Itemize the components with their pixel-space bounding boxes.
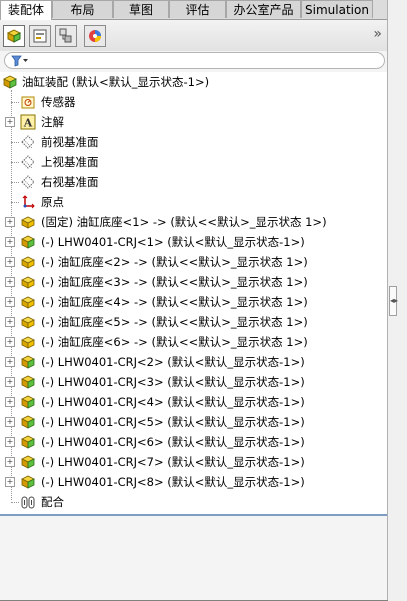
- expand-plus-icon[interactable]: +: [5, 297, 15, 307]
- tab-layout[interactable]: 布局: [52, 0, 113, 18]
- expand-plus-icon[interactable]: +: [5, 397, 15, 407]
- tree-item-label: (-) LHW0401-CRJ<5> (默认<默认_显示状态-1>): [41, 415, 305, 429]
- expand-plus-icon[interactable]: +: [5, 417, 15, 427]
- expand-plus-icon[interactable]: +: [5, 257, 15, 267]
- tree-item-label: (-) LHW0401-CRJ<1> (默认<默认_显示状态-1>): [41, 235, 305, 249]
- subassembly-icon: [20, 234, 36, 250]
- subassembly-icon: [20, 394, 36, 410]
- expand-plus-icon[interactable]: +: [5, 217, 15, 227]
- tree-connector: [11, 202, 19, 203]
- origin-icon: [20, 194, 36, 210]
- part-icon: [20, 254, 36, 270]
- property-icon: [33, 29, 47, 43]
- tab-office-products[interactable]: 办公室产品: [226, 0, 301, 18]
- plane-icon: [20, 174, 36, 190]
- tree-item-label: (-) 油缸底座<3> -> (默认<<默认>_显示状态 1>): [41, 275, 308, 289]
- tree-item-label: (-) LHW0401-CRJ<4> (默认<默认_显示状态-1>): [41, 395, 305, 409]
- collapse-panel-handle[interactable]: ◂▸: [389, 286, 398, 316]
- tree-connector: [11, 502, 19, 503]
- part-icon: [20, 314, 36, 330]
- plane-icon: [20, 154, 36, 170]
- subassembly-icon: [20, 434, 36, 450]
- feature-manager-button[interactable]: [3, 25, 25, 47]
- tree-connector: [11, 142, 19, 143]
- tree-item-label: (-) LHW0401-CRJ<7> (默认<默认_显示状态-1>): [41, 455, 305, 469]
- tree-item-label: (-) 油缸底座<2> -> (默认<<默认>_显示状态 1>): [41, 255, 308, 269]
- part-icon: [20, 214, 36, 230]
- manager-toolbar: »: [0, 20, 388, 51]
- tree-item-label: (-) 油缸底座<6> -> (默认<<默认>_显示状态 1>): [41, 335, 308, 349]
- tree-item-label: 传感器: [41, 95, 76, 109]
- expand-plus-icon[interactable]: +: [5, 477, 15, 487]
- tree-filter-input[interactable]: [4, 52, 385, 69]
- tab-sketch[interactable]: 草图: [113, 0, 169, 18]
- tree-item-label: (-) LHW0401-CRJ<2> (默认<默认_显示状态-1>): [41, 355, 305, 369]
- tab-assembly[interactable]: 装配体: [0, 0, 52, 20]
- tab-simulation[interactable]: Simulation: [301, 0, 373, 18]
- configuration-icon: [59, 28, 72, 43]
- feature-manager-tree: 油缸装配 (默认<默认_显示状态-1>) 传感器 + A 注解前视基准面上视基准面右视…: [0, 72, 387, 516]
- expand-plus-icon[interactable]: +: [5, 377, 15, 387]
- tree-item-label: 原点: [41, 195, 64, 209]
- annotation-icon: A: [20, 114, 36, 130]
- more-chevron-icon[interactable]: »: [373, 26, 382, 42]
- tree-item-label: (-) 油缸底座<4> -> (默认<<默认>_显示状态 1>): [41, 295, 308, 309]
- property-manager-button[interactable]: [29, 25, 51, 47]
- feature-tree-icon: [6, 29, 22, 43]
- part-icon: [20, 334, 36, 350]
- expand-plus-icon[interactable]: +: [5, 317, 15, 327]
- display-manager-button[interactable]: [84, 25, 106, 47]
- display-icon: [89, 30, 101, 42]
- plane-icon: [20, 134, 36, 150]
- tree-item-label: 上视基准面: [41, 155, 99, 169]
- expand-plus-icon[interactable]: +: [5, 237, 15, 247]
- subassembly-icon: [20, 454, 36, 470]
- tree-item-label: (-) LHW0401-CRJ<6> (默认<默认_显示状态-1>): [41, 435, 305, 449]
- part-icon: [20, 274, 36, 290]
- assembly-icon: [2, 74, 18, 90]
- expand-plus-icon[interactable]: +: [5, 337, 15, 347]
- tree-item-label: 注解: [41, 115, 64, 129]
- subassembly-icon: [20, 374, 36, 390]
- expand-plus-icon[interactable]: +: [5, 357, 15, 367]
- tree-item-label: 右视基准面: [41, 175, 99, 189]
- mate-icon: [20, 494, 36, 510]
- tree-item-label: (-) 油缸底座<5> -> (默认<<默认>_显示状态 1>): [41, 315, 308, 329]
- filter-icon[interactable]: [11, 55, 29, 67]
- expand-plus-icon[interactable]: +: [5, 277, 15, 287]
- tree-item-label: (-) LHW0401-CRJ<3> (默认<默认_显示状态-1>): [41, 375, 305, 389]
- svg-text:A: A: [23, 117, 33, 130]
- expand-plus-icon[interactable]: +: [5, 437, 15, 447]
- tree-item-label: 前视基准面: [41, 135, 99, 149]
- tab-evaluate[interactable]: 评估: [169, 0, 226, 18]
- tree-root-label: 油缸装配 (默认<默认_显示状态-1>): [22, 75, 210, 89]
- subassembly-icon: [20, 474, 36, 490]
- tree-item-label: 配合: [41, 495, 64, 509]
- expand-plus-icon[interactable]: +: [5, 457, 15, 467]
- tree-item-label: (固定) 油缸底座<1> -> (默认<<默认>_显示状态 1>): [41, 215, 327, 229]
- tree-connector: [11, 182, 19, 183]
- expand-plus-icon[interactable]: +: [5, 117, 15, 127]
- command-manager-tabs: 装配体 布局 草图 评估 办公室产品 Simulation: [0, 0, 387, 20]
- subassembly-icon: [20, 414, 36, 430]
- subassembly-icon: [20, 354, 36, 370]
- tree-connector: [11, 162, 19, 163]
- tree-connector: [11, 102, 19, 103]
- sensor-icon: [20, 94, 36, 110]
- part-icon: [20, 294, 36, 310]
- tree-item-label: (-) LHW0401-CRJ<8> (默认<默认_显示状态-1>): [41, 475, 305, 489]
- configuration-manager-button[interactable]: [55, 25, 77, 47]
